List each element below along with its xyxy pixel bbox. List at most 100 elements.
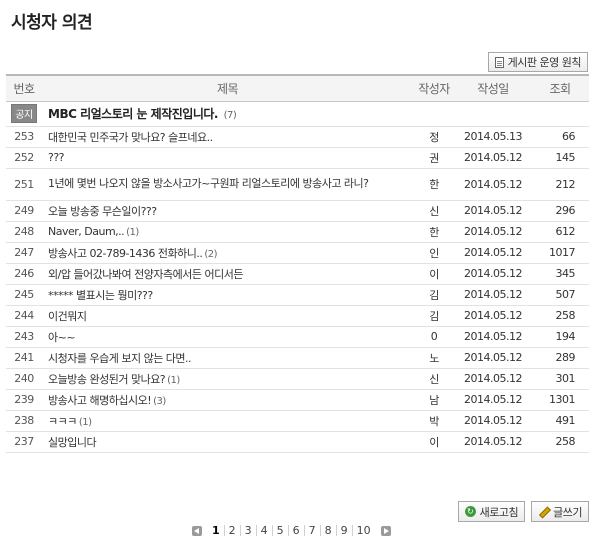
board-rules-button[interactable]: 게시판 운영 원칙 bbox=[487, 52, 588, 72]
row-date: 2014.05.12 bbox=[455, 326, 531, 348]
row-date: 2014.05.12 bbox=[455, 431, 531, 453]
table-row[interactable]: 249 오늘 방송중 무슨일이??? 신 2014.05.12 296 bbox=[6, 200, 589, 222]
row-subject: 방송사고 해명하십시오! (3) bbox=[42, 389, 413, 411]
row-subject-link[interactable]: 아~~ bbox=[48, 331, 76, 344]
row-subject-link[interactable]: 방송사고 02-789-1436 전화하니.. bbox=[48, 247, 203, 260]
row-subject-link[interactable]: 외/압 들어갔나봐여 전양자측에서든 어디서든 bbox=[48, 268, 243, 281]
row-num: 238 bbox=[6, 410, 42, 432]
notice-subject[interactable]: MBC 리얼스토리 눈 제작진입니다. bbox=[48, 107, 218, 121]
row-num: 252 bbox=[6, 147, 42, 169]
column-date: 작성일 bbox=[455, 74, 531, 102]
page-link[interactable]: 9 bbox=[335, 525, 352, 536]
table-row[interactable]: 239 방송사고 해명하십시오! (3) 남 2014.05.12 1301 bbox=[6, 389, 589, 411]
row-subject-link[interactable]: 오늘방송 완성된거 맞나요? bbox=[48, 373, 166, 386]
write-button[interactable]: 글쓰기 bbox=[531, 501, 589, 522]
row-subject-link[interactable]: Naver, Daum,.. bbox=[48, 225, 125, 238]
table-row[interactable]: 246 외/압 들어갔나봐여 전양자측에서든 어디서든 이 2014.05.12 345 bbox=[6, 263, 589, 285]
row-writer: 한 bbox=[413, 168, 455, 201]
row-subject: 시청자를 우습게 보지 않는 다면.. bbox=[42, 347, 413, 369]
row-subject-link[interactable]: ??? bbox=[48, 151, 65, 164]
row-num: 241 bbox=[6, 347, 42, 369]
notice-row[interactable]: 공지 MBC 리얼스토리 눈 제작진입니다. (7) bbox=[6, 101, 589, 127]
table-row[interactable]: 244 이건뭐지 김 2014.05.12 258 bbox=[6, 305, 589, 327]
table-row[interactable]: 240 오늘방송 완성된거 맞나요? (1) 신 2014.05.12 301 bbox=[6, 368, 589, 390]
row-views: 289 bbox=[531, 347, 589, 369]
row-subject: 오늘 방송중 무슨일이??? bbox=[42, 200, 413, 222]
row-subject: 이건뭐지 bbox=[42, 305, 413, 327]
row-subject-link[interactable]: ***** 별표시는 뭥미??? bbox=[48, 289, 153, 302]
row-date: 2014.05.12 bbox=[455, 242, 531, 264]
row-writer: 박 bbox=[413, 410, 455, 432]
refresh-icon: ↻ bbox=[464, 506, 476, 517]
table-row[interactable]: 248 Naver, Daum,.. (1) 한 2014.05.12 612 bbox=[6, 221, 589, 243]
row-views: 507 bbox=[531, 284, 589, 306]
table-header: 번호 제목 작성자 작성일 조회 bbox=[6, 74, 589, 102]
page-link[interactable]: 5 bbox=[271, 525, 288, 536]
row-subject: Naver, Daum,.. (1) bbox=[42, 221, 413, 243]
page-link[interactable]: 6 bbox=[287, 525, 304, 536]
board-rules-label: 게시판 운영 원칙 bbox=[507, 56, 582, 69]
row-subject-link[interactable]: 오늘 방송중 무슨일이??? bbox=[48, 205, 157, 218]
row-num: 239 bbox=[6, 389, 42, 411]
row-subject: 실망입니다 bbox=[42, 431, 413, 453]
row-date: 2014.05.12 bbox=[455, 347, 531, 369]
row-subject: 아~~ bbox=[42, 326, 413, 348]
row-views: 301 bbox=[531, 368, 589, 390]
pencil-icon bbox=[538, 506, 549, 517]
row-date: 2014.05.12 bbox=[455, 200, 531, 222]
row-views: 1017 bbox=[531, 242, 589, 264]
row-num: 249 bbox=[6, 200, 42, 222]
prev-page-icon[interactable] bbox=[192, 525, 202, 536]
row-date: 2014.05.12 bbox=[455, 168, 531, 201]
refresh-button[interactable]: ↻ 새로고침 bbox=[457, 501, 526, 522]
row-subject-link[interactable]: 실망입니다 bbox=[48, 436, 97, 449]
table-row[interactable]: 253 대한민국 민주국가 맞나요? 슬프네요.. 정 2014.05.13 66 bbox=[6, 126, 589, 148]
row-num: 247 bbox=[6, 242, 42, 264]
table-row[interactable]: 237 실망입니다 이 2014.05.12 258 bbox=[6, 431, 589, 453]
column-writer: 작성자 bbox=[413, 74, 455, 102]
row-writer: 정 bbox=[413, 126, 455, 148]
table-row[interactable]: 247 방송사고 02-789-1436 전화하니.. (2) 인 2014.05.12… bbox=[6, 242, 589, 264]
row-subject-link[interactable]: ㅋㅋㅋ bbox=[48, 415, 77, 428]
table-row[interactable]: 251 1년에 몇번 나오지 않을 방소사고가~구원파 리얼스토리에 방송사고 라… bbox=[6, 168, 589, 201]
row-subject-link[interactable]: 방송사고 해명하십시오! bbox=[48, 394, 152, 407]
table-row[interactable]: 241 시청자를 우습게 보지 않는 다면.. 노 2014.05.12 289 bbox=[6, 347, 589, 369]
row-subject: ??? bbox=[42, 147, 413, 169]
row-subject-link[interactable]: 시청자를 우습게 보지 않는 다면.. bbox=[48, 352, 192, 365]
row-writer: 인 bbox=[413, 242, 455, 264]
row-subject: 오늘방송 완성된거 맞나요? (1) bbox=[42, 368, 413, 390]
page-link[interactable]: 3 bbox=[239, 525, 256, 536]
row-views: 258 bbox=[531, 431, 589, 453]
table-row[interactable]: 245 ***** 별표시는 뭥미??? 김 2014.05.12 507 bbox=[6, 284, 589, 306]
row-views: 258 bbox=[531, 305, 589, 327]
table-row[interactable]: 252??? 권 2014.05.12 145 bbox=[6, 147, 589, 169]
row-views: 345 bbox=[531, 263, 589, 285]
row-writer: 한 bbox=[413, 221, 455, 243]
row-num: 251 bbox=[6, 168, 42, 201]
table-row[interactable]: 238 ㅋㅋㅋ (1) 박 2014.05.12 491 bbox=[6, 410, 589, 432]
page-link[interactable]: 10 bbox=[351, 525, 375, 536]
row-num: 240 bbox=[6, 368, 42, 390]
row-writer: 신 bbox=[413, 200, 455, 222]
row-subject-link[interactable]: 1년에 몇번 나오지 않을 방소사고가~구원파 리얼스토리에 방송사고 라니? bbox=[48, 177, 369, 190]
row-views: 491 bbox=[531, 410, 589, 432]
row-writer: 남 bbox=[413, 389, 455, 411]
row-views: 66 bbox=[531, 126, 589, 148]
row-date: 2014.05.12 bbox=[455, 284, 531, 306]
next-page-icon[interactable] bbox=[380, 525, 391, 536]
page-link[interactable]: 8 bbox=[319, 525, 336, 536]
comment-count: (1) bbox=[78, 416, 92, 428]
row-subject-link[interactable]: 대한민국 민주국가 맞나요? 슬프네요.. bbox=[48, 131, 213, 144]
page-link[interactable]: 4 bbox=[255, 525, 272, 536]
row-date: 2014.05.13 bbox=[455, 126, 531, 148]
page-link[interactable]: 1 bbox=[208, 525, 224, 536]
page-title: 시청자 의견 bbox=[11, 13, 93, 33]
row-subject-link[interactable]: 이건뭐지 bbox=[48, 310, 87, 323]
row-views: 1301 bbox=[531, 389, 589, 411]
refresh-label: 새로고침 bbox=[479, 505, 519, 519]
table-row[interactable]: 243 아~~ 0 2014.05.12 194 bbox=[6, 326, 589, 348]
row-subject: 방송사고 02-789-1436 전화하니.. (2) bbox=[42, 242, 413, 264]
page-link[interactable]: 7 bbox=[303, 525, 320, 536]
row-date: 2014.05.12 bbox=[455, 389, 531, 411]
page-link[interactable]: 2 bbox=[223, 525, 240, 536]
